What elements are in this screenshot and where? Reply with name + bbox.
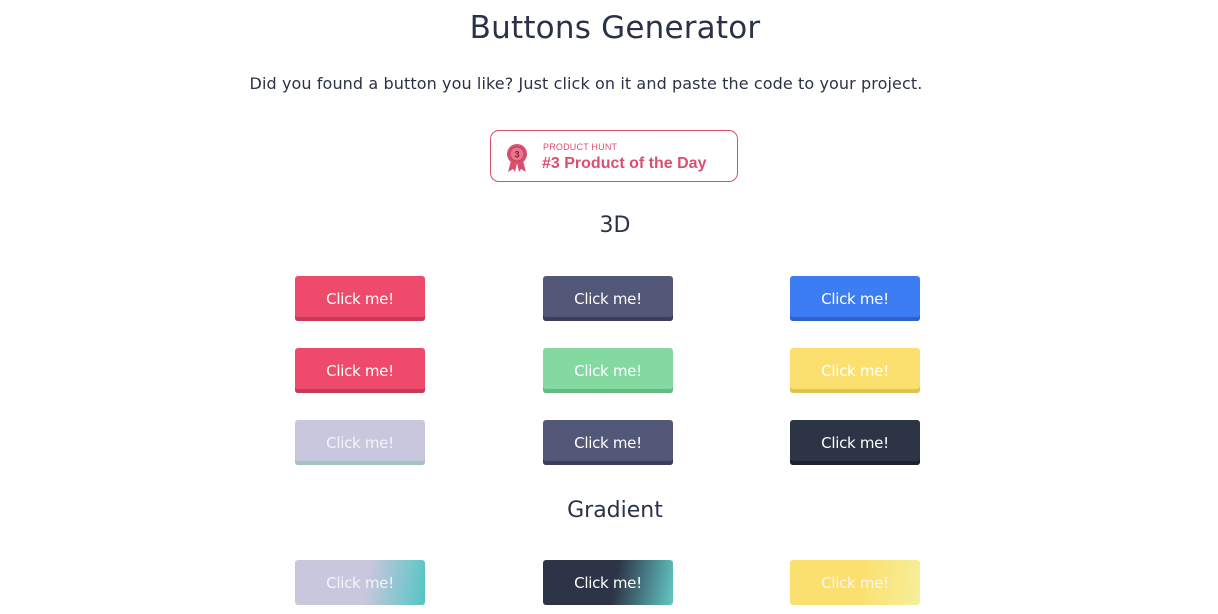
button-3d-3[interactable]: Click me! — [790, 276, 920, 321]
badge-caption: PRODUCT HUNT — [543, 142, 618, 152]
button-3d-2[interactable]: Click me! — [543, 276, 673, 321]
button-3d-1[interactable]: Click me! — [295, 276, 425, 321]
section-heading-3d: 3D — [599, 213, 631, 238]
medal-icon: 3 — [507, 144, 527, 172]
button-gradient-1[interactable]: Click me! — [295, 560, 425, 605]
button-3d-7[interactable]: Click me! — [295, 420, 425, 465]
button-gradient-2[interactable]: Click me! — [543, 560, 673, 605]
button-3d-5[interactable]: Click me! — [543, 348, 673, 393]
section-heading-gradient: Gradient — [567, 498, 663, 523]
button-3d-6[interactable]: Click me! — [790, 348, 920, 393]
button-gradient-3[interactable]: Click me! — [790, 560, 920, 605]
page-title: Buttons Generator — [469, 10, 761, 46]
product-hunt-badge[interactable]: 3 PRODUCT HUNT #3 Product of the Day — [490, 130, 738, 182]
page-subtitle: Did you found a button you like? Just cl… — [249, 74, 923, 93]
button-3d-9[interactable]: Click me! — [790, 420, 920, 465]
button-3d-8[interactable]: Click me! — [543, 420, 673, 465]
button-3d-4[interactable]: Click me! — [295, 348, 425, 393]
svg-text:3: 3 — [514, 150, 519, 160]
badge-title: #3 Product of the Day — [542, 155, 707, 172]
